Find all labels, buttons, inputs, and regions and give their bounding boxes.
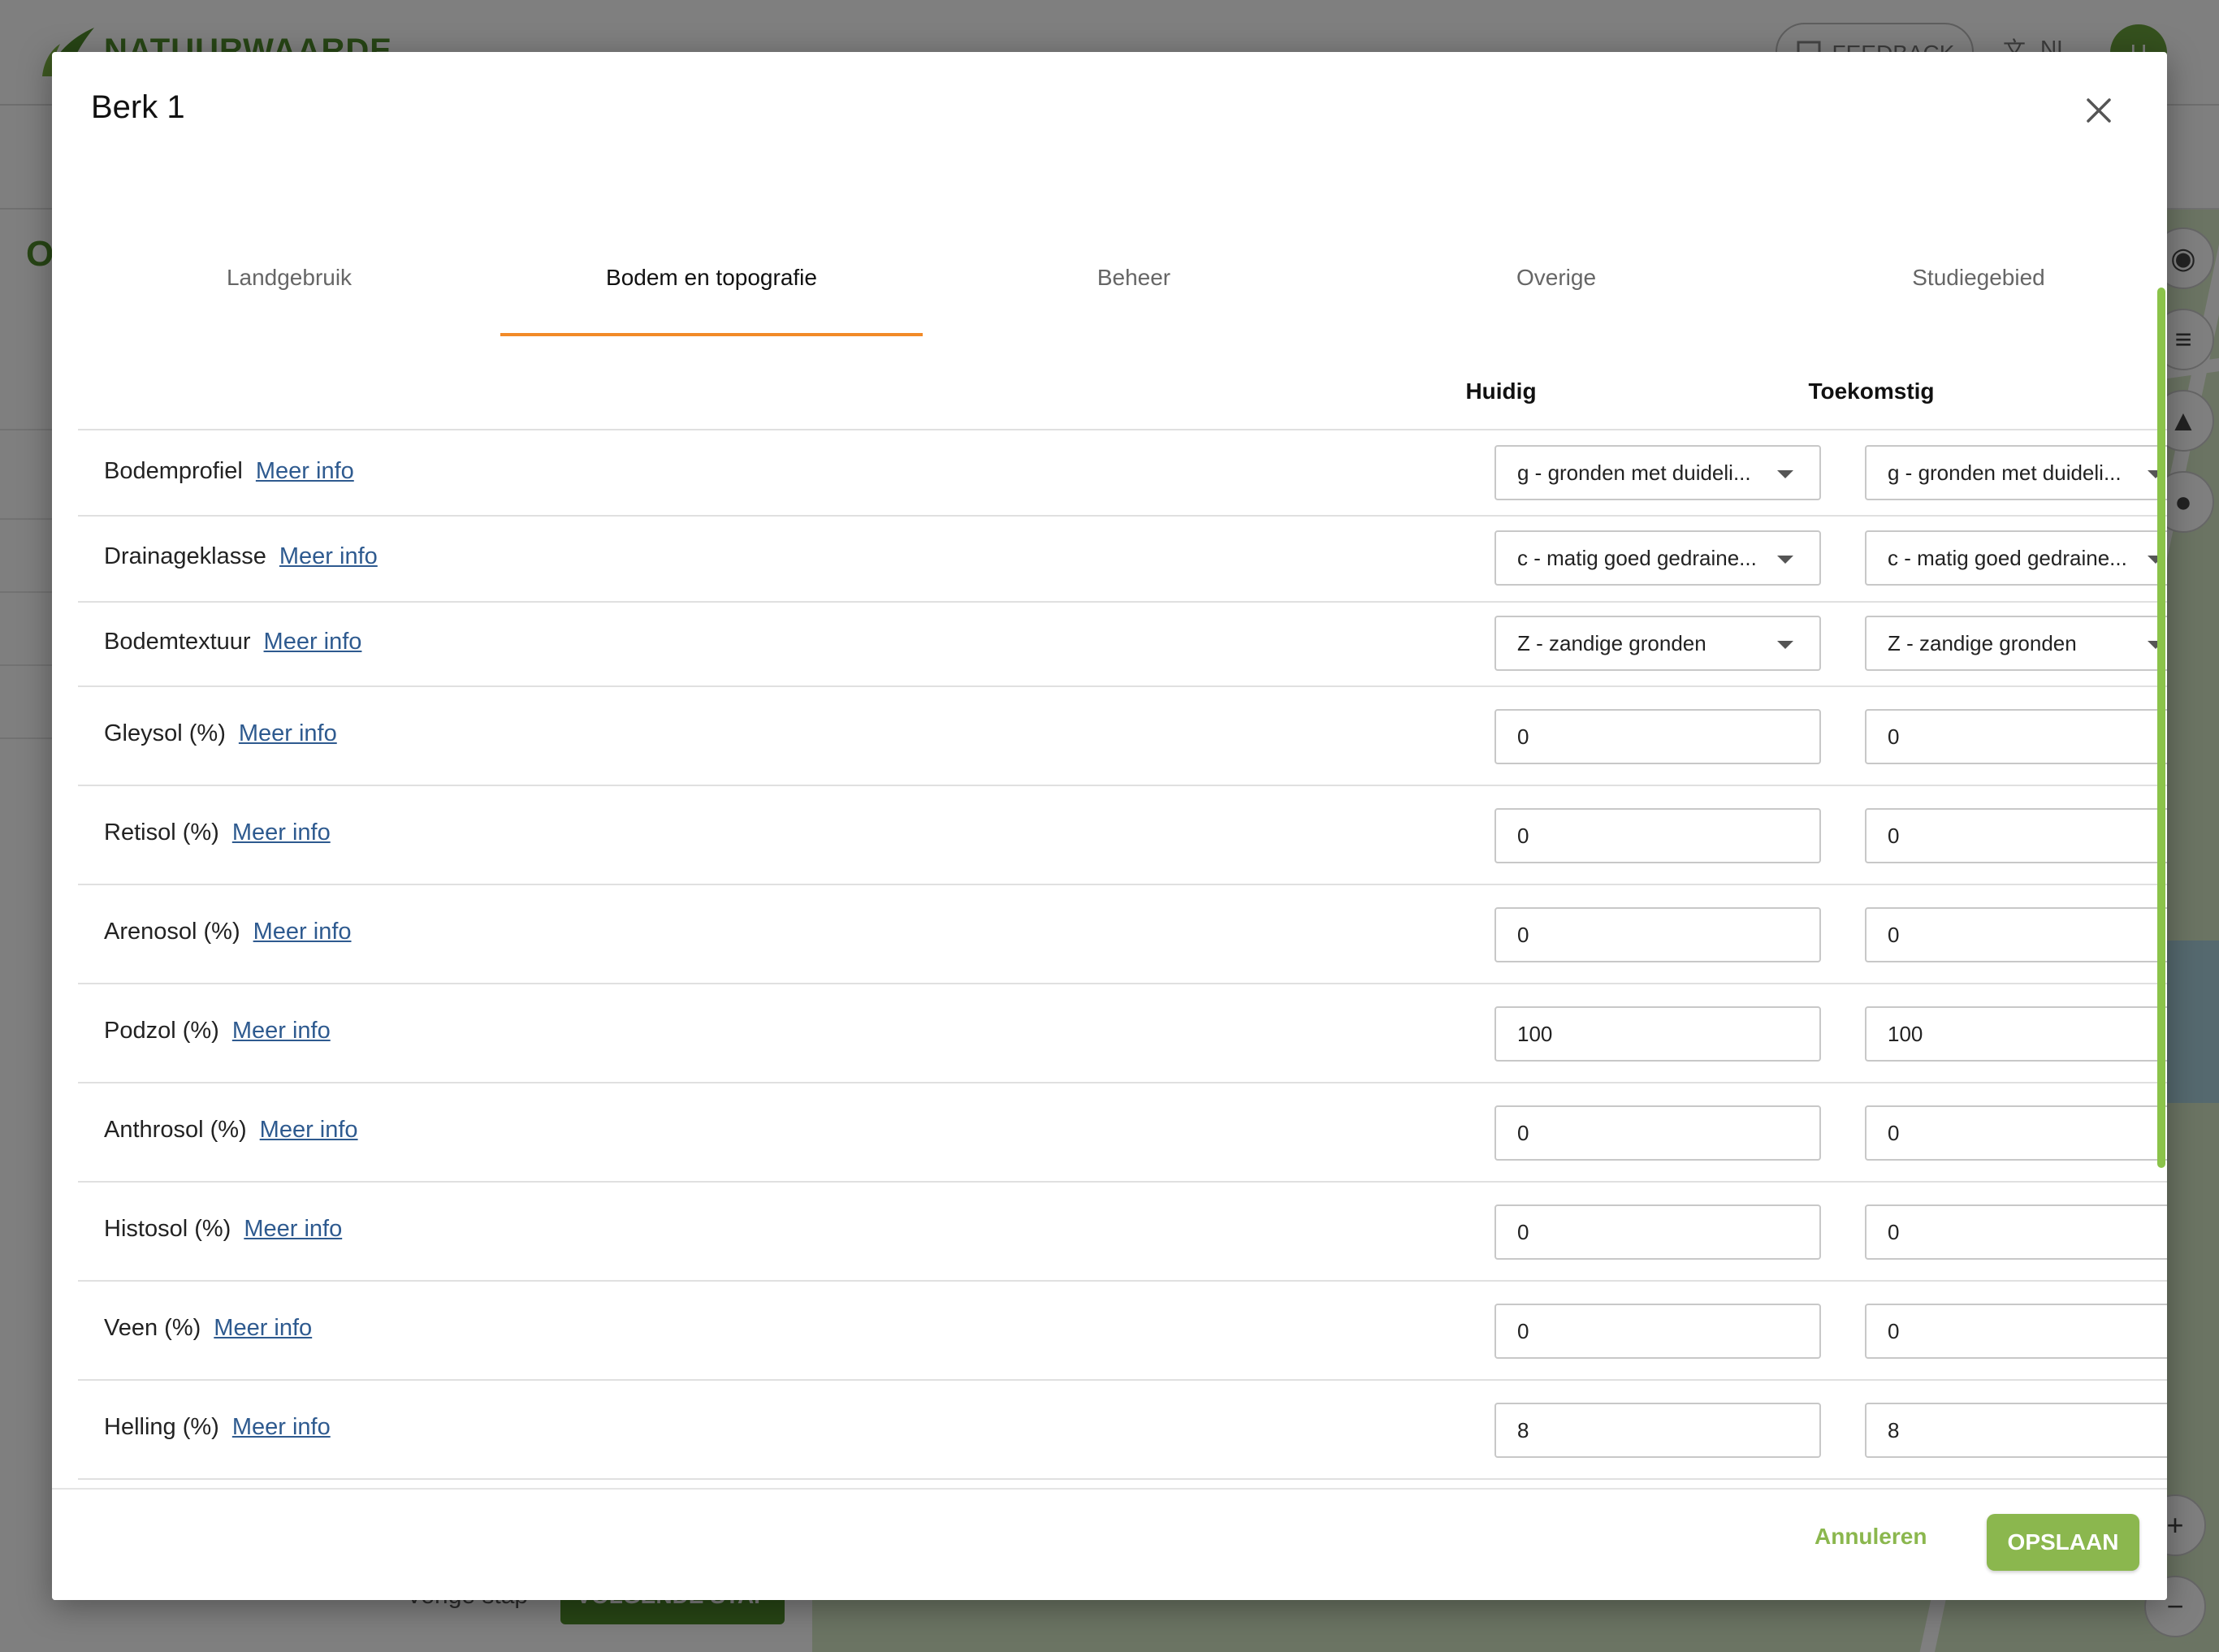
select-value: g - gronden met duideli... bbox=[1517, 460, 1751, 485]
field-label: Histosol (%) bbox=[104, 1216, 231, 1242]
meer-info-link[interactable]: Meer info bbox=[214, 1315, 312, 1342]
column-header-future: Toekomstig bbox=[1808, 378, 1935, 404]
tab-bar: Landgebruik Bodem en topografie Beheer O… bbox=[78, 195, 2167, 338]
meer-info-link[interactable]: Meer info bbox=[264, 629, 362, 655]
input-current[interactable] bbox=[1494, 709, 1821, 764]
input-current[interactable] bbox=[1494, 1006, 1821, 1062]
input-current[interactable] bbox=[1494, 1105, 1821, 1161]
form-row: Podzol (%) Meer info bbox=[78, 983, 2167, 1083]
row-label-group: Helling (%) Meer info bbox=[104, 1414, 331, 1441]
input-future[interactable] bbox=[1865, 709, 2167, 764]
form-row: Drainageklasse Meer info c - matig goed ge… bbox=[78, 515, 2167, 603]
select-value: c - matig goed gedraine... bbox=[1888, 545, 2127, 570]
form-row: Bodemprofiel Meer info g - gronden met dui… bbox=[78, 430, 2167, 517]
input-current[interactable] bbox=[1494, 1403, 1821, 1458]
select-current[interactable]: Z - zandige gronden bbox=[1494, 616, 1821, 671]
input-future[interactable] bbox=[1865, 1105, 2167, 1161]
tab-landgebruik[interactable]: Landgebruik bbox=[78, 195, 500, 338]
field-label: Bodemprofiel bbox=[104, 458, 243, 484]
form-row: Gemiddelde hoogste grondwaterstand-GHG (… bbox=[78, 1478, 2167, 1488]
input-future[interactable] bbox=[1865, 1006, 2167, 1062]
select-future[interactable]: Z - zandige gronden bbox=[1865, 616, 2167, 671]
field-label: Drainageklasse bbox=[104, 543, 266, 569]
row-label-group: Podzol (%) Meer info bbox=[104, 1018, 331, 1044]
row-label-group: Retisol (%) Meer info bbox=[104, 820, 331, 846]
row-label-group: Histosol (%) Meer info bbox=[104, 1216, 342, 1243]
input-current[interactable] bbox=[1494, 1304, 1821, 1359]
input-future[interactable] bbox=[1865, 1204, 2167, 1260]
input-current[interactable] bbox=[1494, 808, 1821, 863]
meer-info-link[interactable]: Meer info bbox=[232, 1414, 331, 1441]
cancel-button[interactable]: Annuleren bbox=[1815, 1524, 1927, 1550]
input-future[interactable] bbox=[1865, 907, 2167, 962]
row-label-group: Anthrosol (%) Meer info bbox=[104, 1117, 358, 1144]
field-label: Bodemtextuur bbox=[104, 629, 251, 655]
row-label-group: Gleysol (%) Meer info bbox=[104, 720, 337, 747]
select-value: c - matig goed gedraine... bbox=[1517, 545, 1757, 570]
form-row: Retisol (%) Meer info bbox=[78, 785, 2167, 885]
dropdown-caret-icon bbox=[1777, 470, 1793, 478]
meer-info-link[interactable]: Meer info bbox=[232, 1018, 331, 1044]
close-icon bbox=[2086, 97, 2112, 128]
field-label: Anthrosol (%) bbox=[104, 1117, 247, 1143]
field-label: Retisol (%) bbox=[104, 820, 219, 845]
dialog-footer: Annuleren OPSLAAN bbox=[52, 1488, 2167, 1600]
row-label-group: Veen (%) Meer info bbox=[104, 1315, 312, 1342]
row-label-group: Drainageklasse Meer info bbox=[104, 543, 378, 570]
tab-bodem-en-topografie[interactable]: Bodem en topografie bbox=[500, 195, 923, 338]
input-future[interactable] bbox=[1865, 1304, 2167, 1359]
field-label: Veen (%) bbox=[104, 1315, 201, 1341]
column-header-current: Huidig bbox=[1465, 378, 1537, 404]
close-button[interactable] bbox=[2074, 88, 2123, 136]
meer-info-link[interactable]: Meer info bbox=[244, 1216, 342, 1243]
tab-studiegebied[interactable]: Studiegebied bbox=[1767, 195, 2167, 338]
row-label-group: Arenosol (%) Meer info bbox=[104, 919, 352, 945]
tab-beheer[interactable]: Beheer bbox=[923, 195, 1345, 338]
meer-info-link[interactable]: Meer info bbox=[260, 1117, 358, 1144]
dropdown-caret-icon bbox=[1777, 556, 1793, 564]
row-label-group: Bodemprofiel Meer info bbox=[104, 458, 354, 485]
select-future[interactable]: c - matig goed gedraine... bbox=[1865, 530, 2167, 586]
form-row: Helling (%) Meer info bbox=[78, 1379, 2167, 1480]
dialog-title: Berk 1 bbox=[91, 89, 185, 125]
select-future[interactable]: g - gronden met duideli... bbox=[1865, 445, 2167, 500]
select-value: Z - zandige gronden bbox=[1888, 630, 2077, 655]
form-row: Histosol (%) Meer info bbox=[78, 1181, 2167, 1282]
form-row: Gleysol (%) Meer info bbox=[78, 685, 2167, 786]
select-current[interactable]: g - gronden met duideli... bbox=[1494, 445, 1821, 500]
field-label: Helling (%) bbox=[104, 1414, 219, 1440]
meer-info-link[interactable]: Meer info bbox=[253, 919, 352, 945]
field-label: Gleysol (%) bbox=[104, 720, 226, 746]
select-value: Z - zandige gronden bbox=[1517, 630, 1706, 655]
form-row: Veen (%) Meer info bbox=[78, 1280, 2167, 1381]
save-button[interactable]: OPSLAAN bbox=[1987, 1514, 2139, 1571]
meer-info-link[interactable]: Meer info bbox=[256, 458, 354, 485]
scrollbar[interactable] bbox=[2157, 288, 2165, 1168]
input-future[interactable] bbox=[1865, 808, 2167, 863]
select-value: g - gronden met duideli... bbox=[1888, 460, 2122, 485]
input-current[interactable] bbox=[1494, 1204, 1821, 1260]
input-future[interactable] bbox=[1865, 1403, 2167, 1458]
form-row: Bodemtextuur Meer info Z - zandige gronden… bbox=[78, 601, 2167, 687]
tab-overige[interactable]: Overige bbox=[1345, 195, 1767, 338]
meer-info-link[interactable]: Meer info bbox=[279, 543, 378, 570]
form-row: Arenosol (%) Meer info bbox=[78, 884, 2167, 984]
row-label-group: Bodemtextuur Meer info bbox=[104, 629, 361, 655]
select-current[interactable]: c - matig goed gedraine... bbox=[1494, 530, 1821, 586]
edit-dialog: Berk 1 Landgebruik Bodem en topografie B… bbox=[52, 52, 2167, 1600]
form-content[interactable]: Huidig Toekomstig Bodemprofiel Meer info g… bbox=[78, 336, 2167, 1488]
field-label: Arenosol (%) bbox=[104, 919, 240, 945]
input-current[interactable] bbox=[1494, 907, 1821, 962]
meer-info-link[interactable]: Meer info bbox=[232, 820, 331, 846]
form-row: Anthrosol (%) Meer info bbox=[78, 1082, 2167, 1183]
dropdown-caret-icon bbox=[1777, 641, 1793, 649]
meer-info-link[interactable]: Meer info bbox=[239, 720, 337, 747]
field-label: Podzol (%) bbox=[104, 1018, 219, 1044]
